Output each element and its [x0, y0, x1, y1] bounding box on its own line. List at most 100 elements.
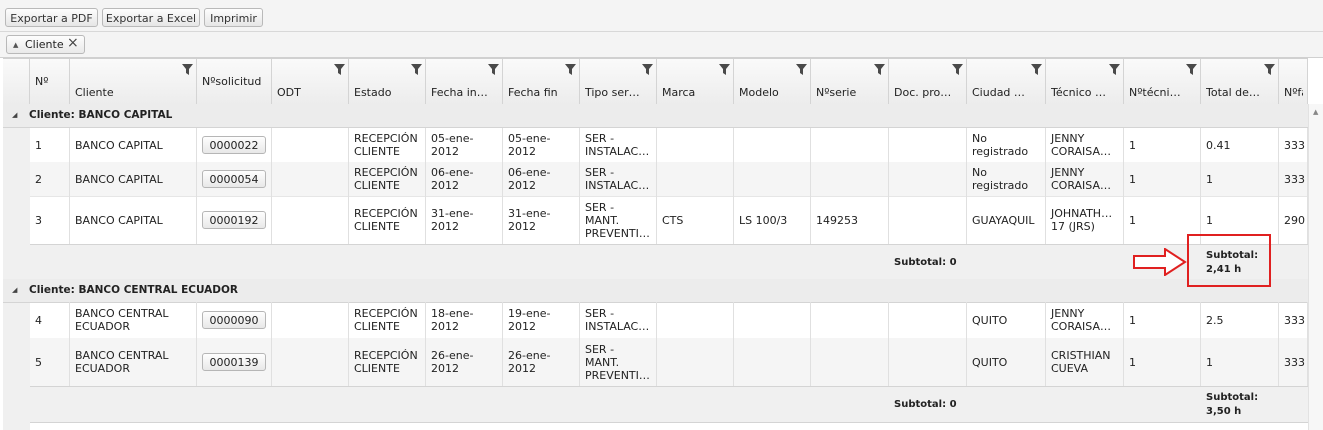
cell-text: JENNY CORAISA…: [1051, 307, 1112, 333]
collapse-icon[interactable]: ◢: [12, 111, 17, 119]
cell-fecha-fin: 06-ene- 2012: [503, 162, 580, 196]
filter-icon[interactable]: [796, 64, 807, 75]
cell-doc-proceso: [889, 338, 967, 386]
group-header-row[interactable]: ◢ Cliente: BANCO CENTRAL ECUADOR: [3, 279, 1308, 303]
cell-fecha-inicio: 18-ene- 2012: [426, 302, 503, 338]
column-header-nserie[interactable]: Nºserie: [811, 59, 889, 105]
cell-odt: [272, 128, 349, 162]
table-row[interactable]: 1 BANCO CAPITAL 0000022 RECEPCIÓN CLIENTE 05…: [30, 128, 1308, 163]
column-header-row-number[interactable]: Nº: [30, 59, 70, 105]
group-header-row[interactable]: ◢ Cliente: BANCO CAPITAL: [3, 104, 1308, 128]
filter-icon[interactable]: [1031, 64, 1042, 75]
cell-text: 05-ene- 2012: [508, 132, 551, 158]
cell-estado: RECEPCIÓN CLIENTE: [349, 338, 426, 386]
cell-text: RECEPCIÓN CLIENTE: [354, 349, 418, 375]
column-header-label: Tipo ser…: [585, 86, 640, 99]
sort-up-icon: ▲: [13, 41, 19, 49]
table-row[interactable]: 3 BANCO CAPITAL 0000192 RECEPCIÓN CLIENTE 31…: [30, 196, 1308, 245]
group-chip-cliente[interactable]: ▲ Cliente ×: [6, 35, 85, 54]
cell-text: SER - MANT. PREVENTI…: [585, 200, 650, 240]
cell-tipo-servicio: SER - INSTALAC…: [580, 302, 657, 338]
cell-text: 1: [1206, 172, 1213, 186]
cell-row-number: 1: [30, 128, 70, 162]
cell-text: 31-ene- 2012: [431, 207, 474, 233]
filter-icon[interactable]: [1264, 64, 1275, 75]
solicitud-button[interactable]: 0000090: [202, 311, 266, 329]
cell-cliente: BANCO CAPITAL: [70, 128, 197, 162]
column-header-marca[interactable]: Marca: [657, 59, 734, 105]
column-header-fecha-fin[interactable]: Fecha fin: [503, 59, 580, 105]
filter-icon[interactable]: [952, 64, 963, 75]
solicitud-button[interactable]: 0000022: [202, 136, 266, 154]
table-row[interactable]: 5 BANCO CENTRAL ECUADOR 0000139 RECEPCIÓN C…: [30, 338, 1308, 387]
filter-icon[interactable]: [182, 64, 193, 75]
filter-icon[interactable]: [1109, 64, 1120, 75]
cell-modelo: [734, 338, 811, 386]
column-header-ntecnicos[interactable]: Nºtécni…: [1124, 59, 1201, 105]
cell-estado: RECEPCIÓN CLIENTE: [349, 196, 426, 244]
table-row[interactable]: 2 BANCO CAPITAL 0000054 RECEPCIÓN CLIENTE 06…: [30, 162, 1308, 197]
cell-text: QUITO: [972, 313, 1008, 327]
export-excel-button[interactable]: Exportar a Excel: [102, 8, 200, 27]
cell-ntecnicos: 1: [1124, 128, 1201, 162]
cell-ciudad: No registrado: [967, 162, 1046, 196]
filter-icon[interactable]: [719, 64, 730, 75]
column-header-tecnico[interactable]: Técnico …: [1046, 59, 1124, 105]
column-header-nsolicitud[interactable]: Nºsolicitud: [197, 59, 272, 105]
column-header-cliente[interactable]: Cliente: [70, 59, 197, 105]
cell-text: BANCO CAPITAL: [75, 138, 163, 152]
column-header-nfactura[interactable]: Nºfa: [1279, 59, 1308, 105]
column-header-doc-proceso[interactable]: Doc. pro…: [889, 59, 967, 105]
cell-text: 1: [1206, 213, 1213, 227]
scroll-up-icon[interactable]: ▲: [1313, 108, 1318, 116]
column-header-label: Ciudad …: [972, 86, 1025, 99]
table-row[interactable]: 4 BANCO CENTRAL ECUADOR 0000090 RECEPCIÓN C…: [30, 302, 1308, 339]
cell-tecnico: CRISTHIAN CUEVA: [1046, 338, 1124, 386]
filter-icon[interactable]: [642, 64, 653, 75]
filter-icon[interactable]: [488, 64, 499, 75]
column-header-fecha-inicio[interactable]: Fecha in…: [426, 59, 503, 105]
group-footer-row: Subtotal: 0 Subtotal: 3,50 h: [30, 386, 1308, 423]
vertical-scrollbar[interactable]: ▲: [1308, 104, 1323, 430]
cell-text: RECEPCIÓN CLIENTE: [354, 166, 418, 192]
highlight-box: [1187, 234, 1271, 287]
filter-icon[interactable]: [334, 64, 345, 75]
column-header-estado[interactable]: Estado: [349, 59, 426, 105]
filter-icon[interactable]: [565, 64, 576, 75]
cell-nsolicitud: 0000090: [197, 302, 272, 338]
column-header-ciudad[interactable]: Ciudad …: [967, 59, 1046, 105]
cell-text: 4: [35, 313, 42, 327]
export-pdf-button[interactable]: Exportar a PDF: [5, 8, 98, 27]
cell-nserie: [811, 162, 889, 196]
cell-odt: [272, 338, 349, 386]
filter-icon[interactable]: [1186, 64, 1197, 75]
column-header-label: Nºtécni…: [1129, 86, 1181, 99]
subtotal-left: Subtotal: 0: [894, 256, 957, 268]
cell-text: QUITO: [972, 355, 1008, 369]
column-header-modelo[interactable]: Modelo: [734, 59, 811, 105]
solicitud-button[interactable]: 0000139: [202, 353, 266, 371]
toolbar: Exportar a PDF Exportar a Excel Imprimir: [0, 0, 1323, 32]
cell-text: 5: [35, 355, 42, 369]
column-header-label: Fecha in…: [431, 86, 488, 99]
cell-text: JOHNATH… 17 (JRS): [1051, 207, 1113, 233]
cell-nsolicitud: 0000139: [197, 338, 272, 386]
cell-text: BANCO CAPITAL: [75, 172, 163, 186]
column-header-odt[interactable]: ODT: [272, 59, 349, 105]
group-title: Cliente: BANCO CAPITAL: [29, 109, 173, 121]
cell-odt: [272, 196, 349, 244]
filter-icon[interactable]: [411, 64, 422, 75]
collapse-icon[interactable]: ◢: [12, 286, 17, 294]
solicitud-button[interactable]: 0000054: [202, 170, 266, 188]
print-button[interactable]: Imprimir: [204, 8, 263, 27]
close-icon[interactable]: ×: [67, 35, 79, 51]
column-header-label: Cliente: [75, 86, 114, 99]
cell-fecha-inicio: 05-ene- 2012: [426, 128, 503, 162]
cell-cliente: BANCO CAPITAL: [70, 162, 197, 196]
solicitud-button[interactable]: 0000192: [202, 211, 266, 229]
column-header-tipo-servicio[interactable]: Tipo ser…: [580, 59, 657, 105]
cell-text: 31-ene- 2012: [508, 207, 551, 233]
column-header-total-horas[interactable]: Total de…: [1201, 59, 1279, 105]
filter-icon[interactable]: [874, 64, 885, 75]
cell-marca: CTS: [657, 196, 734, 244]
